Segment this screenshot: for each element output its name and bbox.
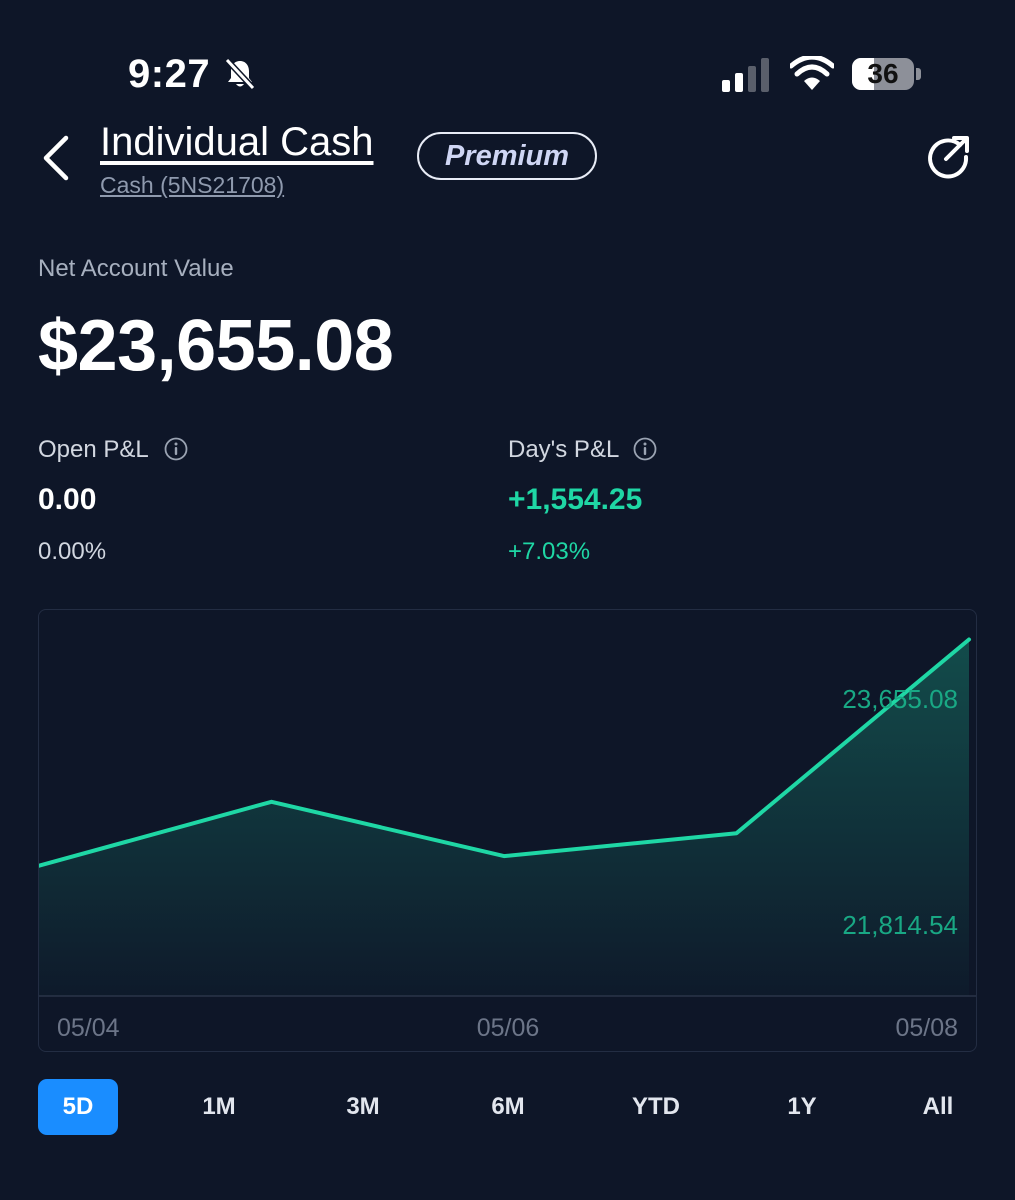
battery-icon: 36 xyxy=(852,58,914,90)
chevron-left-icon[interactable] xyxy=(38,132,78,184)
account-value-chart[interactable]: 23,655.08 21,814.54 05/04 05/06 05/08 xyxy=(38,609,977,1052)
range-tabs: 5D 1M 3M 6M YTD 1Y All xyxy=(38,1079,977,1135)
cellular-signal-icon xyxy=(722,58,769,92)
x-tick-label: 05/08 xyxy=(895,1014,958,1042)
x-tick-label: 05/06 xyxy=(477,1014,540,1042)
tab-ytd[interactable]: YTD xyxy=(616,1079,696,1135)
tab-3m[interactable]: 3M xyxy=(323,1079,403,1135)
share-arrow-icon[interactable] xyxy=(926,133,972,179)
days-pl-value: +1,554.25 xyxy=(508,483,643,516)
net-account-value: $23,655.08 xyxy=(38,306,394,386)
days-pl-label: Day's P&L xyxy=(508,436,620,463)
tab-1y[interactable]: 1Y xyxy=(762,1079,842,1135)
tab-all[interactable]: All xyxy=(898,1079,978,1135)
battery-level: 36 xyxy=(867,58,899,89)
info-icon[interactable] xyxy=(633,437,657,461)
premium-badge[interactable]: Premium xyxy=(417,132,597,180)
tab-1m[interactable]: 1M xyxy=(179,1079,259,1135)
chart-min-label: 21,814.54 xyxy=(842,910,958,940)
net-account-label: Net Account Value xyxy=(38,255,234,282)
chart-max-label: 23,655.08 xyxy=(842,684,958,714)
info-icon[interactable] xyxy=(164,437,188,461)
account-subtitle[interactable]: Cash (5NS21708) xyxy=(100,172,284,199)
days-pl-percent: +7.03% xyxy=(508,538,591,565)
status-time: 9:27 xyxy=(128,52,211,96)
open-pl-percent: 0.00% xyxy=(38,538,107,565)
open-pl-value: 0.00 xyxy=(38,483,97,516)
account-title[interactable]: Individual Cash xyxy=(100,120,374,165)
chart-canvas: 23,655.08 21,814.54 05/04 05/06 05/08 xyxy=(39,637,976,1042)
x-tick-label: 05/04 xyxy=(57,1014,120,1042)
battery-cap xyxy=(916,68,921,80)
chart-area-fill xyxy=(39,639,969,996)
bell-slash-icon xyxy=(224,57,256,91)
tab-5d[interactable]: 5D xyxy=(38,1079,118,1135)
wifi-icon xyxy=(790,56,834,90)
tab-6m[interactable]: 6M xyxy=(468,1079,548,1135)
open-pl-label: Open P&L xyxy=(38,436,149,463)
